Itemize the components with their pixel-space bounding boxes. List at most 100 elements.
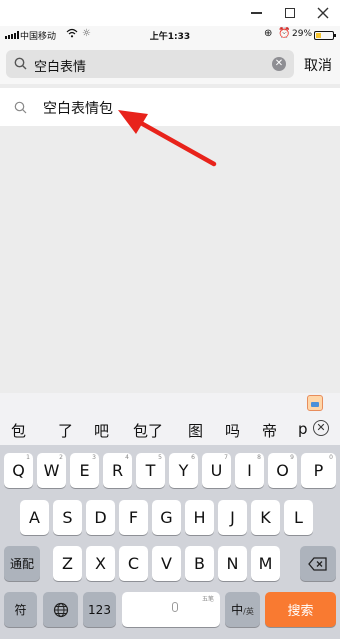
alarm-icon: ⏰	[278, 28, 291, 39]
battery-icon	[314, 31, 336, 40]
keyboard-toolbar	[0, 393, 340, 413]
space-key[interactable]: 五笔	[122, 592, 220, 627]
search-header: 空白表情 ✕ 取消	[0, 44, 340, 84]
key-label: 中	[231, 603, 244, 617]
key-k[interactable]: K	[251, 500, 280, 535]
key-p[interactable]: 0P	[301, 453, 336, 488]
key-alt-label: 8	[257, 454, 261, 461]
key-label: U	[210, 461, 223, 480]
key-b[interactable]: B	[185, 546, 214, 581]
key-u[interactable]: 7U	[202, 453, 231, 488]
key-label: 123	[88, 602, 111, 617]
key-label: W	[43, 461, 60, 480]
search-icon	[14, 57, 27, 70]
candidate-item[interactable]: 图	[188, 420, 203, 441]
candidate-item[interactable]: 包了	[133, 420, 163, 441]
key-e[interactable]: 3E	[70, 453, 99, 488]
suggestion-label: 空白表情包	[43, 101, 113, 117]
candidate-item[interactable]: p	[298, 420, 308, 438]
key-c[interactable]: C	[119, 546, 148, 581]
search-query: 空白表情	[34, 60, 87, 75]
candidate-item[interactable]: 帝	[262, 420, 277, 441]
backspace-key[interactable]	[300, 546, 336, 581]
close-window-button[interactable]	[308, 3, 338, 23]
key-alt-label: 1	[26, 454, 30, 461]
keyboard-logo-icon[interactable]	[307, 395, 323, 411]
key-t[interactable]: 5T	[136, 453, 165, 488]
key-g[interactable]: G	[152, 500, 181, 535]
search-key[interactable]: 搜索	[265, 592, 336, 627]
collapse-candidates-button[interactable]: ✕	[313, 420, 329, 436]
key-label: C	[127, 554, 140, 573]
symbol-key[interactable]: 符	[4, 592, 37, 627]
key-alt-label: 2	[59, 454, 63, 461]
key-q[interactable]: 1Q	[4, 453, 33, 488]
key-label: D	[94, 508, 107, 527]
candidate-bar: 包 了 吧 包了 图 吗 帝 p ✕	[0, 413, 340, 445]
clear-icon: ✕	[274, 58, 284, 69]
minimize-icon	[250, 12, 262, 14]
key-label: R	[111, 461, 124, 480]
candidate-item[interactable]: 吧	[94, 420, 109, 441]
key-o[interactable]: 9O	[268, 453, 297, 488]
key-label: M	[258, 554, 273, 573]
wildcard-key[interactable]: 通配	[4, 546, 40, 581]
search-icon	[14, 101, 27, 114]
microphone-icon	[172, 602, 178, 612]
cancel-button[interactable]: 取消	[304, 55, 332, 75]
key-j[interactable]: J	[218, 500, 247, 535]
key-a[interactable]: A	[20, 500, 49, 535]
key-alt-label: 0	[329, 454, 333, 461]
battery-level	[316, 33, 321, 38]
key-n[interactable]: N	[218, 546, 247, 581]
key-label: H	[193, 508, 206, 527]
key-label: G	[160, 508, 173, 527]
key-sub-label: /英	[243, 607, 254, 616]
key-label: T	[145, 461, 156, 480]
status-bar: 中国移动 ☼ 上午1:33 ⊕ ⏰ 29%	[0, 26, 340, 44]
key-label: O	[276, 461, 289, 480]
globe-icon	[53, 602, 68, 617]
maximize-icon	[285, 8, 295, 18]
key-label: A	[29, 508, 40, 527]
key-label: X	[95, 554, 106, 573]
key-s[interactable]: S	[53, 500, 82, 535]
key-label: 搜索	[287, 604, 314, 619]
number-key[interactable]: 123	[83, 592, 116, 627]
clear-search-button[interactable]: ✕	[272, 57, 286, 71]
key-r[interactable]: 4R	[103, 453, 132, 488]
globe-key[interactable]	[43, 592, 78, 627]
key-f[interactable]: F	[119, 500, 148, 535]
key-y[interactable]: 6Y	[169, 453, 198, 488]
search-input[interactable]: 空白表情 ✕	[6, 50, 294, 78]
key-label: F	[128, 508, 139, 527]
language-toggle-key[interactable]: 中/英	[225, 592, 260, 627]
key-v[interactable]: V	[152, 546, 181, 581]
key-x[interactable]: X	[86, 546, 115, 581]
key-z[interactable]: Z	[53, 546, 82, 581]
keyboard: 包 了 吧 包了 图 吗 帝 p ✕ 1Q 2W 3E 4R 5T 6Y 7U …	[0, 393, 340, 639]
key-l[interactable]: L	[284, 500, 313, 535]
key-label: Q	[12, 461, 25, 480]
candidate-item[interactable]: 了	[58, 420, 73, 441]
key-m[interactable]: M	[251, 546, 280, 581]
key-d[interactable]: D	[86, 500, 115, 535]
candidate-item[interactable]: 包	[11, 420, 26, 441]
key-w[interactable]: 2W	[37, 453, 66, 488]
minimize-button[interactable]	[241, 3, 271, 23]
key-label: N	[226, 554, 239, 573]
key-label: P	[313, 461, 324, 480]
key-i[interactable]: 8I	[235, 453, 264, 488]
key-alt-label: 4	[125, 454, 129, 461]
key-label: Y	[178, 461, 189, 480]
key-label: Z	[62, 554, 73, 573]
key-h[interactable]: H	[185, 500, 214, 535]
red-arrow-annotation	[118, 110, 217, 167]
key-label: J	[230, 508, 235, 527]
battery-percent: 29%	[292, 29, 313, 39]
key-label: B	[194, 554, 205, 573]
key-label: I	[247, 461, 252, 480]
candidate-item[interactable]: 吗	[225, 420, 240, 441]
key-label: 符	[14, 603, 27, 617]
maximize-button[interactable]	[275, 3, 305, 23]
